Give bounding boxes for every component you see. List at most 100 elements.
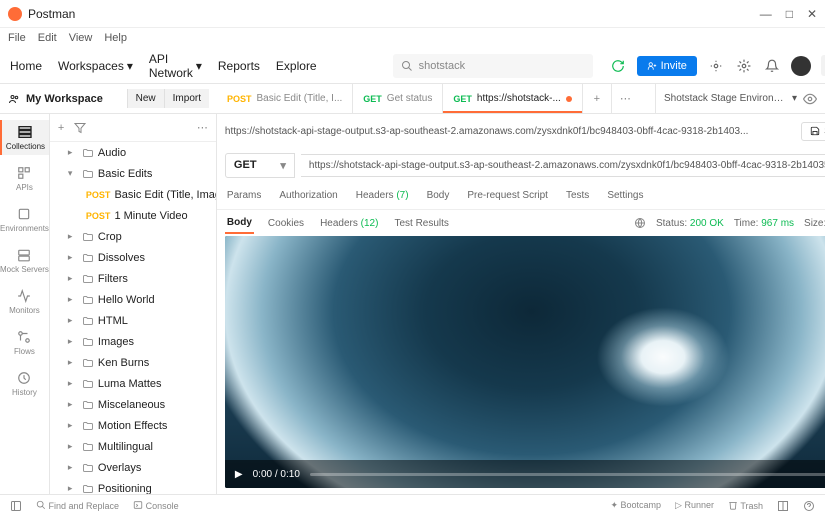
menu-file[interactable]: File (8, 32, 26, 44)
help-icon[interactable] (803, 500, 815, 512)
tab-get-status[interactable]: GET Get status (353, 84, 443, 113)
status-label: Status: 200 OK (656, 218, 724, 229)
filter-icon[interactable] (74, 122, 86, 134)
maximize-icon[interactable]: □ (786, 7, 793, 21)
tab-authorization[interactable]: Authorization (277, 184, 339, 207)
menu-edit[interactable]: Edit (38, 32, 57, 44)
tree-folder[interactable]: ▸Multilingual (50, 436, 216, 457)
runner[interactable]: ▷ Runner (675, 500, 714, 512)
tree-folder[interactable]: ▸Positioning (50, 478, 216, 494)
search-input[interactable]: shotstack (393, 54, 593, 78)
globe-icon[interactable] (634, 217, 646, 229)
tree-label: Images (98, 336, 134, 348)
rail-apis[interactable]: APIs (0, 161, 49, 196)
folder-icon (82, 147, 94, 159)
tab-settings[interactable]: Settings (605, 184, 645, 207)
find-replace[interactable]: Find and Replace (36, 500, 119, 511)
tree-folder[interactable]: ▸Images (50, 331, 216, 352)
tree-folder[interactable]: ▸Overlays (50, 457, 216, 478)
video-progress[interactable] (310, 473, 825, 476)
console[interactable]: Console (133, 500, 179, 511)
tree-folder[interactable]: ▸HTML (50, 310, 216, 331)
play-icon[interactable]: ▶ (235, 469, 243, 480)
rail-history[interactable]: History (0, 366, 49, 401)
resp-tab-test-results[interactable]: Test Results (392, 214, 450, 233)
new-button[interactable]: New (127, 89, 164, 108)
tree-folder[interactable]: ▸Ken Burns (50, 352, 216, 373)
tab-tests[interactable]: Tests (564, 184, 591, 207)
tree-folder[interactable]: ▸Miscelaneous (50, 394, 216, 415)
trash[interactable]: Trash (728, 500, 763, 512)
sync-icon[interactable] (609, 57, 627, 75)
url-input[interactable]: https://shotstack-api-stage-output.s3-ap… (301, 154, 825, 177)
workspace-name[interactable]: My Workspace (26, 93, 103, 105)
video-preview[interactable]: ✦ SHOTSTACK ▶ 0:00 / 0:10 (225, 236, 825, 488)
tab-params[interactable]: Params (225, 184, 263, 207)
resp-tab-cookies[interactable]: Cookies (266, 214, 306, 233)
tab-basic-edit[interactable]: POST Basic Edit (Title, I... (217, 84, 353, 113)
tree-folder[interactable]: ▸Crop (50, 226, 216, 247)
tree-folder[interactable]: ▸Hello World (50, 289, 216, 310)
rail-environments[interactable]: Environments (0, 202, 49, 237)
tree-request[interactable]: POST 1 Minute Video (50, 205, 216, 226)
tree-request[interactable]: POST Basic Edit (Title, Image, Vid... (50, 184, 216, 205)
rail-collections[interactable]: Collections (0, 120, 49, 155)
close-icon[interactable]: ✕ (807, 7, 817, 21)
import-button[interactable]: Import (164, 89, 209, 108)
capture-icon[interactable] (707, 57, 725, 75)
method-selector[interactable]: GET ▾ (225, 153, 295, 178)
nav-explore[interactable]: Explore (276, 52, 317, 80)
method-badge: POST (86, 211, 111, 221)
tab-body[interactable]: Body (425, 184, 452, 207)
notifications-icon[interactable] (763, 57, 781, 75)
tree-folder[interactable]: ▸Motion Effects (50, 415, 216, 436)
folder-icon (82, 336, 94, 348)
nav-reports[interactable]: Reports (218, 52, 260, 80)
tab-shotstack-url[interactable]: GET https://shotstack-... (443, 84, 582, 113)
tab-headers[interactable]: Headers (7) (354, 184, 411, 207)
rail-monitors[interactable]: Monitors (0, 284, 49, 319)
resp-tab-body[interactable]: Body (225, 213, 254, 234)
folder-icon (82, 441, 94, 453)
bootcamp[interactable]: ✦ Bootcamp (610, 500, 661, 512)
tree-folder[interactable]: ▸Filters (50, 268, 216, 289)
chevron-icon: ▸ (68, 399, 78, 410)
two-pane-icon[interactable] (777, 500, 789, 512)
tree-folder[interactable]: ▸Luma Mattes (50, 373, 216, 394)
menu-view[interactable]: View (69, 32, 93, 44)
invite-button[interactable]: Invite (637, 56, 697, 76)
eye-icon[interactable] (803, 92, 817, 106)
avatar[interactable] (791, 56, 811, 76)
tree-label: Basic Edits (98, 168, 152, 180)
nav-api-network[interactable]: API Network▾ (149, 52, 202, 80)
add-icon[interactable]: + (58, 122, 64, 134)
rail-flows[interactable]: Flows (0, 325, 49, 360)
chevron-down-icon: ▾ (127, 59, 133, 73)
environments-icon (16, 206, 32, 222)
folder-icon (82, 315, 94, 327)
nav-home[interactable]: Home (10, 52, 42, 80)
tab-more-icon[interactable]: ⋯ (611, 84, 639, 113)
menu-help[interactable]: Help (104, 32, 127, 44)
upgrade-button[interactable]: Upgrade ▾ (821, 55, 825, 76)
tree-folder[interactable]: ▾Basic Edits (50, 163, 216, 184)
chevron-down-icon: ▾ (280, 159, 286, 172)
save-button[interactable]: Save ▾ (801, 122, 825, 141)
collection-tree: ▸Audio▾Basic EditsPOST Basic Edit (Title… (50, 142, 216, 494)
tab-prerequest[interactable]: Pre-request Script (465, 184, 550, 207)
chevron-icon: ▸ (68, 462, 78, 473)
settings-icon[interactable] (735, 57, 753, 75)
more-icon[interactable]: ⋯ (197, 121, 208, 134)
rail-mock-servers[interactable]: Mock Servers (0, 243, 49, 278)
side-rail: Collections APIs Environments Mock Serve… (0, 114, 50, 494)
new-tab-button[interactable]: + (583, 84, 611, 113)
environment-selector[interactable]: Shotstack Stage Environemnt ▾ (655, 84, 825, 113)
tree-folder[interactable]: ▸Dissolves (50, 247, 216, 268)
chevron-down-icon: ▾ (196, 59, 202, 73)
sidebar-toggle-icon[interactable] (10, 500, 22, 512)
nav-workspaces[interactable]: Workspaces▾ (58, 52, 133, 80)
minimize-icon[interactable]: — (760, 7, 772, 21)
tree-folder[interactable]: ▸Audio (50, 142, 216, 163)
resp-tab-headers[interactable]: Headers (12) (318, 214, 380, 233)
flows-icon (16, 329, 32, 345)
